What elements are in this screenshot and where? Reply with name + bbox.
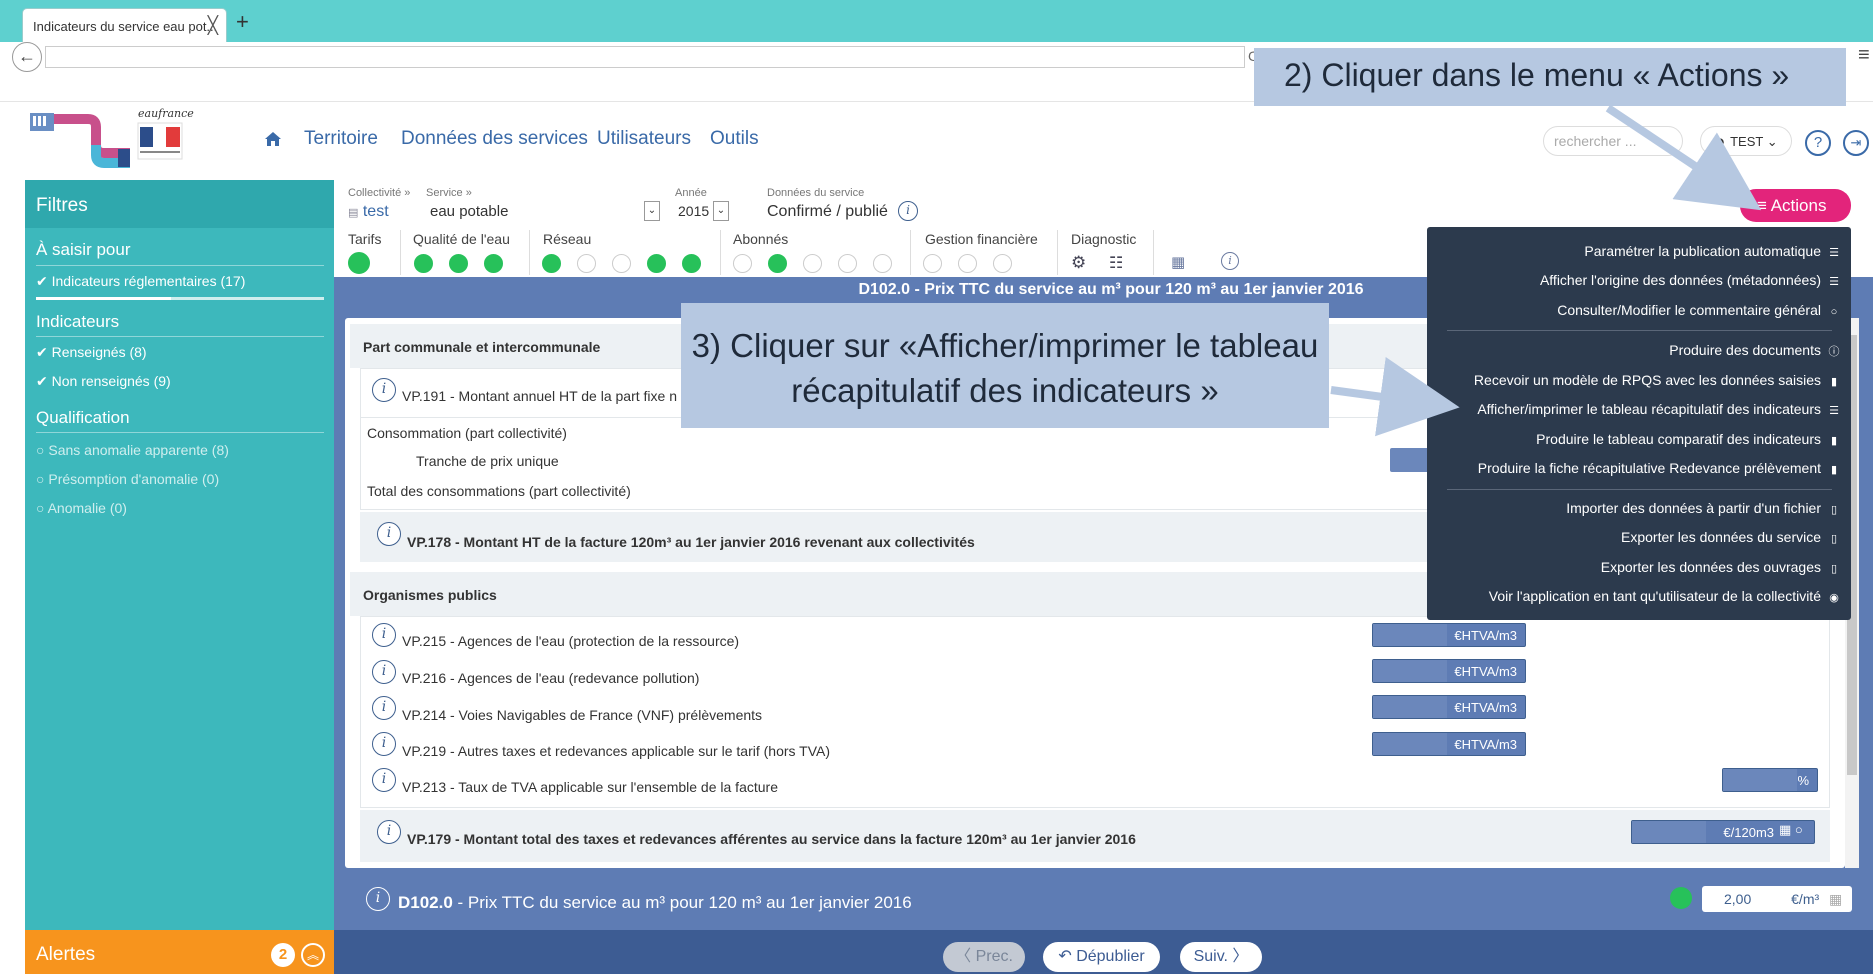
arrow-to-menu-item: [1330, 357, 1460, 437]
arrow-to-actions: [1605, 104, 1762, 211]
callout-arrows: [1330, 104, 1762, 437]
